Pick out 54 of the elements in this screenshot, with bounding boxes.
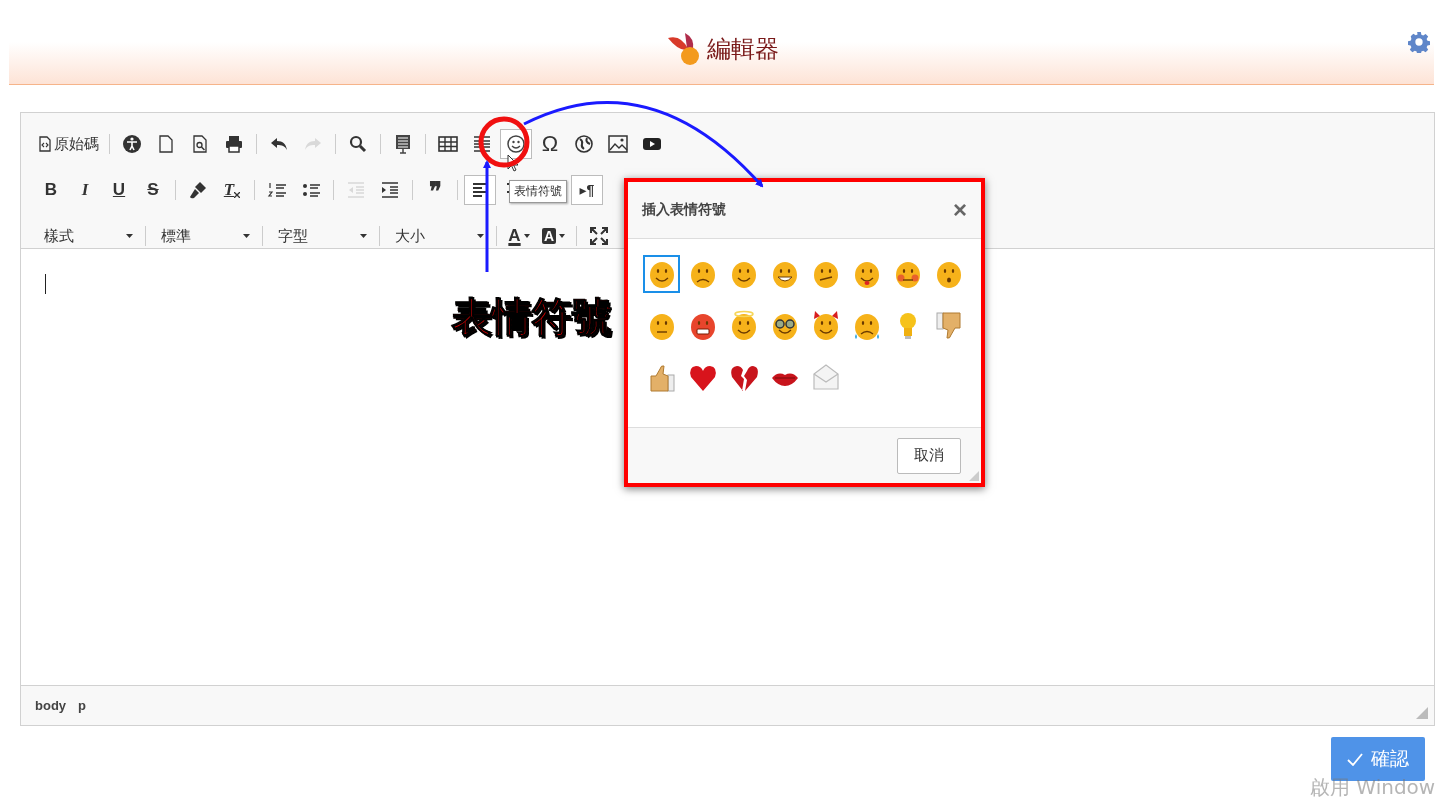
dropdown[interactable]: 樣式 [35,222,139,250]
resize-grip-icon[interactable] [1416,707,1428,719]
small-x-icon [234,192,241,198]
settings-icon[interactable] [1408,31,1430,53]
check-icon [1347,752,1363,766]
remove-format-button[interactable]: T [216,175,248,205]
image-icon [608,134,628,154]
indent-icon [380,180,400,200]
numbered-list-icon [267,180,287,200]
tooltip: 表情符號 [509,180,567,203]
emoji-button[interactable] [643,255,680,293]
caret-icon [477,234,484,238]
annotation-label: 表情符號 [452,293,612,342]
table-icon [438,134,458,154]
dropdown[interactable]: 字型 [269,222,373,250]
thumbs-down-icon [933,310,964,342]
mouse-pointer-icon [507,154,519,172]
new-page-icon [156,134,176,154]
close-button[interactable]: × [953,196,967,224]
caret-icon [559,234,566,238]
show-blocks-button[interactable]: ▸¶ [571,175,603,205]
caret-icon [523,234,530,238]
source-button[interactable]: 原始碼 [35,129,103,159]
dropdown[interactable]: 大小 [386,222,490,250]
caret-icon [360,234,367,238]
italic-button[interactable]: I [69,175,101,205]
text-color-button[interactable]: A [503,221,535,251]
app-title: 編輯器 [706,34,779,65]
cancel-button[interactable]: 取消 [897,437,961,474]
outdent-icon [346,180,366,200]
template-icon [393,134,413,154]
resize-grip-icon[interactable] [969,471,979,481]
dropdown[interactable]: 標準 [152,222,256,250]
highlight-circle [478,116,530,168]
brush-icon [188,180,208,200]
print-icon [224,134,244,154]
maximize-icon [590,227,609,245]
special-character-button[interactable]: Ω [534,129,566,159]
caret-icon [243,234,250,238]
document-code-icon [39,136,51,152]
find-icon [348,134,368,154]
underline-button[interactable]: U [103,175,135,205]
smiley-icon [506,134,526,154]
element-path-link[interactable]: p [78,698,86,713]
accessibility-icon [122,134,142,154]
blockquote-button[interactable]: ❞ [419,175,451,205]
preview-icon [190,134,210,154]
element-path-link[interactable]: body [35,698,67,713]
horizontal-line-icon [472,134,492,154]
bold-button[interactable]: B [35,175,67,205]
strikethrough-button[interactable]: S [137,175,169,205]
text-cursor [45,274,46,294]
caret-icon [126,234,133,238]
dialog-title: 插入表情符號 [642,201,726,219]
